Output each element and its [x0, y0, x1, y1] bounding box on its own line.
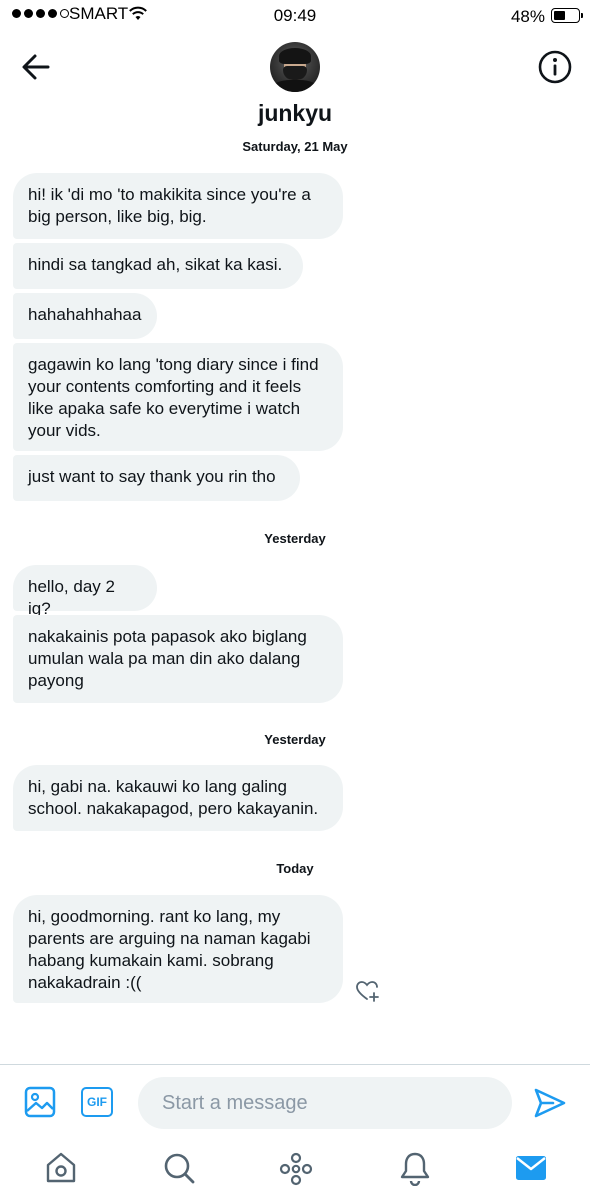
avatar[interactable] — [270, 42, 320, 92]
message-bubble[interactable]: hi, gabi na. kakauwi ko lang galing scho… — [13, 765, 343, 831]
gif-button[interactable]: GIF — [81, 1087, 113, 1117]
composer-divider — [0, 1064, 590, 1065]
send-icon[interactable] — [533, 1086, 567, 1120]
date-separator: Yesterday — [264, 732, 326, 747]
react-heart-icon[interactable] — [355, 978, 381, 1004]
home-icon[interactable] — [44, 1150, 78, 1186]
spaces-icon[interactable] — [279, 1150, 313, 1186]
battery-icon — [551, 8, 583, 23]
message-bubble[interactable]: hi! ik 'di mo 'to makikita since you're … — [13, 173, 343, 239]
message-composer[interactable] — [138, 1077, 512, 1129]
status-bar: SMART 09:49 48% — [0, 0, 590, 32]
message-bubble[interactable]: hi, goodmorning. rant ko lang, my parent… — [13, 895, 343, 1003]
message-bubble[interactable]: hello, day 2 ig? — [13, 565, 157, 618]
message-bubble[interactable]: hindi sa tangkad ah, sikat ka kasi. — [13, 243, 303, 289]
message-bubble[interactable]: just want to say thank you rin tho — [13, 455, 300, 501]
date-separator: Today — [276, 861, 314, 876]
conversation-username[interactable]: junkyu — [0, 100, 590, 127]
message-bubble[interactable]: hahahahhahaa — [13, 293, 157, 339]
info-icon[interactable] — [537, 49, 573, 85]
notifications-icon[interactable] — [398, 1150, 432, 1186]
messages-icon[interactable] — [514, 1150, 548, 1186]
date-separator: Saturday, 21 May — [242, 139, 348, 154]
search-icon[interactable] — [162, 1150, 196, 1186]
battery-percentage: 48% — [510, 7, 545, 26]
message-bubble[interactable]: nakakainis pota papasok ako biglang umul… — [13, 615, 343, 703]
image-icon[interactable] — [24, 1086, 56, 1118]
message-bubble[interactable]: gagawin ko lang 'tong diary since i find… — [13, 343, 343, 451]
back-arrow-icon[interactable] — [18, 50, 54, 84]
message-input[interactable] — [138, 1077, 512, 1129]
clock: 09:49 — [273, 6, 317, 25]
date-separator: Yesterday — [264, 531, 326, 546]
